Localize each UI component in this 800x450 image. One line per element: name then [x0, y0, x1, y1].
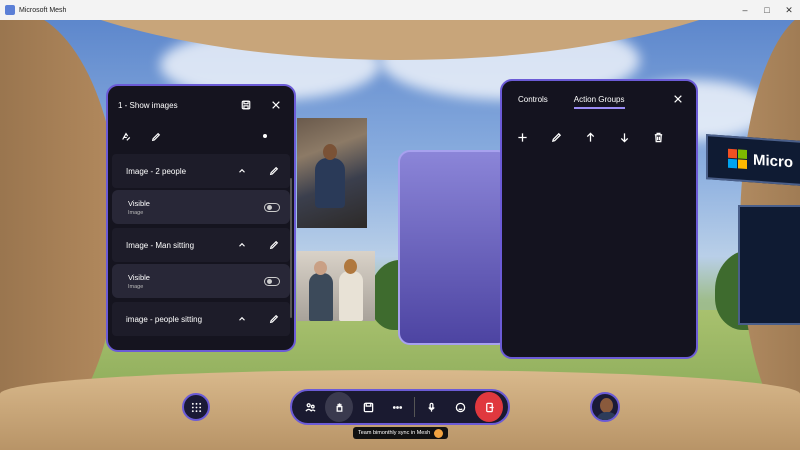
type-label: Image: [128, 209, 144, 216]
image-man-sitting[interactable]: [297, 118, 367, 228]
cursor-dot: [263, 134, 267, 138]
save-button[interactable]: [238, 97, 254, 113]
pencil-icon: [551, 132, 561, 142]
group-title: image - people sitting: [126, 314, 203, 324]
chevron-up-icon: [239, 168, 245, 173]
close-panel-button[interactable]: [670, 91, 686, 107]
event-emoji-icon: [434, 428, 444, 438]
microsoft-logo-icon: [728, 148, 747, 170]
collapse-button[interactable]: [234, 311, 250, 327]
billboard-text: Micro: [753, 151, 794, 172]
close-window-button[interactable]: ✕: [778, 0, 800, 20]
apps-button[interactable]: [182, 393, 210, 421]
bottom-toolbar: [290, 389, 510, 425]
people-icon: [304, 402, 316, 412]
panel-title: 1 - Show images: [118, 100, 178, 110]
minimize-button[interactable]: –: [734, 0, 756, 20]
move-up-button[interactable]: [582, 129, 598, 145]
trash-icon: [654, 132, 662, 142]
plus-icon: [517, 132, 527, 142]
more-button[interactable]: [383, 392, 411, 422]
visible-toggle[interactable]: [264, 276, 280, 286]
group-title: Image - 2 people: [126, 166, 187, 176]
maximize-button[interactable]: □: [756, 0, 778, 20]
more-icon: [392, 405, 402, 409]
close-panel-button[interactable]: [268, 97, 284, 113]
group-title: Image - Man sitting: [126, 240, 195, 250]
panel-scrollbar[interactable]: [290, 178, 292, 318]
microphone-icon: [427, 402, 435, 412]
window-controls: – □ ✕: [734, 0, 800, 20]
window-titlebar: Microsoft Mesh – □ ✕: [0, 0, 800, 20]
grid-icon: [191, 402, 201, 412]
panel-header: 1 - Show images: [108, 86, 294, 124]
action-groups-panel: Controls Action Groups: [500, 79, 698, 359]
save-button[interactable]: [354, 392, 382, 422]
add-button[interactable]: [514, 129, 530, 145]
avatar[interactable]: [590, 392, 620, 422]
event-name: Team bimonthly sync in Mesh: [358, 430, 431, 436]
tab-controls[interactable]: Controls: [518, 95, 548, 104]
rename-icon: [122, 132, 131, 141]
panel-tabs: Controls Action Groups: [502, 81, 696, 117]
tab-action-groups[interactable]: Action Groups: [573, 95, 625, 109]
microphone-button[interactable]: [417, 392, 445, 422]
secondary-billboard: [738, 205, 800, 325]
event-label: Team bimonthly sync in Mesh: [353, 427, 449, 439]
chevron-up-icon: [239, 242, 245, 247]
edit-button[interactable]: [548, 129, 564, 145]
image-2-people[interactable]: [297, 251, 375, 321]
leave-icon: [485, 402, 494, 412]
visible-row: Visible Image: [112, 264, 290, 298]
group-image-man-sitting[interactable]: Image - Man sitting: [112, 228, 290, 262]
visible-label: Visible: [128, 198, 150, 208]
show-images-panel: 1 - Show images Image - 2 people Visible…: [106, 84, 296, 352]
pencil-icon: [269, 314, 279, 324]
avatar-face-icon: [600, 398, 613, 413]
visible-label: Visible: [128, 272, 150, 282]
pencil-icon: [269, 240, 279, 250]
delete-button[interactable]: [650, 129, 666, 145]
collapse-button[interactable]: [234, 163, 250, 179]
window-title: Microsoft Mesh: [19, 6, 67, 14]
reactions-button[interactable]: [325, 392, 354, 422]
move-down-button[interactable]: [616, 129, 632, 145]
collapse-button[interactable]: [234, 237, 250, 253]
pencil-icon: [269, 166, 279, 176]
group-image-people-sitting[interactable]: image - people sitting: [112, 302, 290, 336]
rename-button[interactable]: [118, 129, 134, 145]
edit-group-button[interactable]: [266, 237, 282, 253]
close-icon: [272, 101, 280, 109]
emoji-button[interactable]: [446, 392, 474, 422]
leave-button[interactable]: [475, 392, 504, 422]
group-image-2-people[interactable]: Image - 2 people: [112, 154, 290, 188]
save-icon: [363, 402, 373, 412]
pencil-icon: [151, 132, 161, 142]
visible-toggle[interactable]: [264, 202, 280, 212]
toolbar-divider: [414, 397, 415, 417]
edit-button[interactable]: [148, 129, 164, 145]
edit-group-button[interactable]: [266, 163, 282, 179]
mesh-app-icon: [5, 5, 15, 15]
edit-group-button[interactable]: [266, 311, 282, 327]
close-icon: [674, 95, 682, 103]
hand-icon: [336, 402, 342, 412]
arrow-up-icon: [586, 131, 594, 142]
microsoft-billboard: Micro: [706, 134, 800, 187]
emoji-icon: [455, 402, 465, 412]
visible-row: Visible Image: [112, 190, 290, 224]
arrow-down-icon: [620, 132, 628, 143]
action-toolbar: [502, 129, 696, 145]
chevron-up-icon: [239, 316, 245, 321]
type-label: Image: [128, 283, 144, 290]
purple-screen: [398, 150, 510, 345]
people-button[interactable]: [296, 392, 324, 422]
room-frame-top: [0, 20, 800, 60]
save-icon: [241, 100, 251, 110]
